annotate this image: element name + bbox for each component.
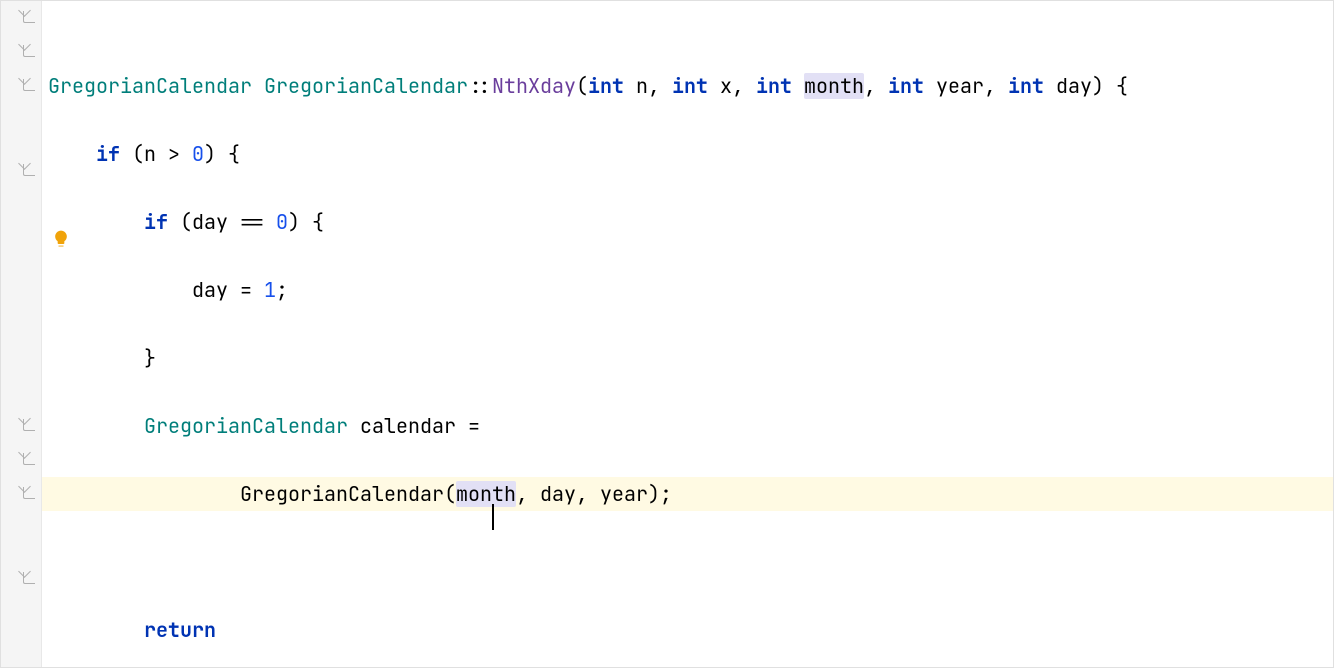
fold-marker[interactable] bbox=[23, 572, 35, 584]
fold-marker[interactable] bbox=[23, 487, 35, 499]
gutter bbox=[1, 1, 42, 667]
code-line[interactable]: if (day == 0) { bbox=[42, 205, 1333, 239]
fold-marker[interactable] bbox=[23, 11, 35, 23]
code-line[interactable]: GregorianCalendar GregorianCalendar::Nth… bbox=[42, 69, 1333, 103]
code-line[interactable]: day = 1; bbox=[42, 273, 1333, 307]
fold-marker[interactable] bbox=[23, 453, 35, 465]
highlighted-identifier: month bbox=[804, 73, 864, 99]
code-line[interactable]: } bbox=[42, 341, 1333, 375]
code-line[interactable]: return bbox=[42, 613, 1333, 647]
code-area[interactable]: GregorianCalendar GregorianCalendar::Nth… bbox=[42, 1, 1333, 667]
code-editor[interactable]: GregorianCalendar GregorianCalendar::Nth… bbox=[0, 0, 1334, 668]
code-line[interactable]: GregorianCalendar calendar = bbox=[42, 409, 1333, 443]
type-name: GregorianCalendar bbox=[48, 73, 252, 99]
scope-name: GregorianCalendar bbox=[264, 73, 468, 99]
fold-marker[interactable] bbox=[23, 79, 35, 91]
code-line[interactable] bbox=[42, 545, 1333, 579]
fold-marker[interactable] bbox=[23, 164, 35, 176]
code-line[interactable]: if (n > 0) { bbox=[42, 137, 1333, 171]
function-name: NthXday bbox=[492, 73, 576, 99]
fold-marker[interactable] bbox=[23, 45, 35, 57]
current-line[interactable]: GregorianCalendar(month, day, year); bbox=[42, 477, 1333, 511]
fold-marker[interactable] bbox=[23, 419, 35, 431]
highlighted-identifier: month bbox=[456, 481, 516, 507]
